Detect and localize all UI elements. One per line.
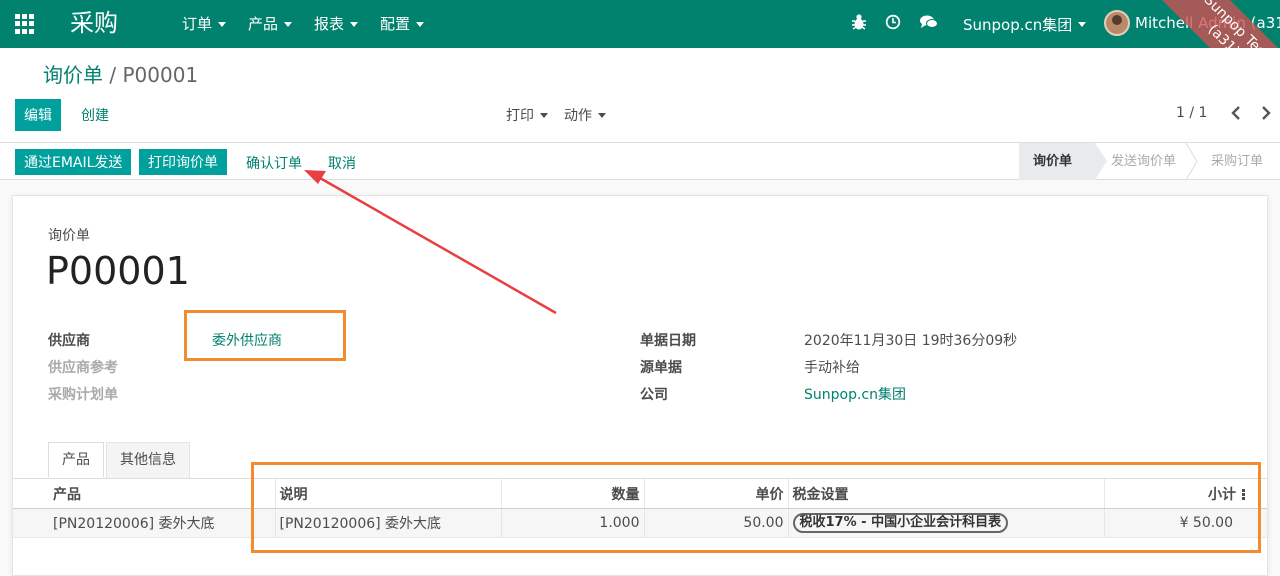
- menu-products[interactable]: 产品: [248, 0, 314, 48]
- notebook-tabs: 产品 其他信息: [48, 442, 190, 478]
- tab-products[interactable]: 产品: [48, 442, 104, 478]
- company-label: 公司: [640, 387, 668, 403]
- vendor-label: 供应商: [48, 333, 90, 349]
- print-rfq-button[interactable]: 打印询价单: [139, 149, 227, 175]
- caret-down-icon: [598, 112, 606, 118]
- action-dropdown-label: 动作: [564, 108, 592, 124]
- caret-down-icon: [284, 21, 293, 27]
- action-dropdown[interactable]: 动作: [564, 105, 606, 125]
- stage-purchase-order[interactable]: 采购订单: [1197, 143, 1263, 180]
- caret-down-icon: [350, 21, 359, 27]
- stage-rfq[interactable]: 询价单: [1019, 143, 1107, 180]
- company-name: Sunpop.cn集团: [963, 16, 1073, 34]
- stage-rfq-sent[interactable]: 发送询价单: [1097, 143, 1176, 180]
- document-number: P00001: [46, 249, 190, 293]
- print-dropdown-label: 打印: [506, 108, 534, 124]
- control-panel: 询价单 / P00001 编辑 创建 打印 动作 1 / 1: [0, 48, 1280, 142]
- apps-icon[interactable]: [15, 14, 35, 34]
- company-switcher[interactable]: Sunpop.cn集团: [963, 14, 1087, 35]
- chevron-right-icon[interactable]: [1258, 102, 1274, 124]
- send-email-button[interactable]: 通过EMAIL发送: [15, 149, 132, 175]
- top-menu: 订单 产品 报表 配置: [182, 0, 446, 48]
- menu-products-label: 产品: [248, 15, 279, 33]
- system-icons: [851, 13, 939, 31]
- bug-icon[interactable]: [851, 13, 867, 31]
- menu-orders[interactable]: 订单: [182, 0, 248, 48]
- vendor-ref-label: 供应商参考: [48, 360, 118, 376]
- breadcrumb-parent[interactable]: 询价单: [43, 63, 103, 87]
- source-label: 源单据: [640, 360, 682, 376]
- company-value[interactable]: Sunpop.cn集团: [804, 384, 906, 404]
- create-button[interactable]: 创建: [81, 105, 109, 125]
- breadcrumb-separator: /: [109, 63, 117, 87]
- chevron-left-icon[interactable]: [1228, 102, 1244, 124]
- action-menus: 打印 动作: [506, 105, 606, 125]
- confirm-order-button[interactable]: 确认订单: [246, 153, 302, 173]
- menu-reports[interactable]: 报表: [314, 0, 380, 48]
- menu-orders-label: 订单: [182, 15, 213, 33]
- vendor-highlight-box: [184, 310, 346, 361]
- status-bar: 通过EMAIL发送 打印询价单 确认订单 取消 询价单 发送询价单 采购订单: [0, 142, 1280, 180]
- cancel-button[interactable]: 取消: [328, 153, 356, 173]
- caret-down-icon: [540, 112, 548, 118]
- top-navbar: 采购 订单 产品 报表 配置 Sunpop.cn集团 Mitchell Admi…: [0, 0, 1280, 129]
- source-value: 手动补给: [804, 360, 860, 376]
- breadcrumb-current: P00001: [122, 63, 199, 87]
- print-dropdown[interactable]: 打印: [506, 105, 548, 125]
- breadcrumb: 询价单 / P00001: [43, 62, 198, 88]
- requisition-label: 采购计划单: [48, 387, 118, 403]
- caret-down-icon: [218, 21, 227, 27]
- clock-icon[interactable]: [885, 14, 901, 30]
- col-product[interactable]: 产品: [13, 478, 275, 509]
- tab-other-info[interactable]: 其他信息: [106, 442, 190, 478]
- date-label: 单据日期: [640, 333, 696, 349]
- table-highlight-box: [251, 462, 1261, 553]
- menu-reports-label: 报表: [314, 15, 345, 33]
- menu-config[interactable]: 配置: [380, 0, 446, 48]
- document-type-label: 询价单: [48, 228, 90, 244]
- avatar: [1104, 10, 1130, 36]
- caret-down-icon: [1078, 22, 1087, 27]
- date-value: 2020年11月30日 19时36分09秒: [804, 333, 1018, 349]
- chat-icon[interactable]: [919, 14, 939, 30]
- menu-config-label: 配置: [380, 15, 411, 33]
- pager-value[interactable]: 1 / 1: [1176, 105, 1207, 121]
- app-title[interactable]: 采购: [70, 8, 118, 38]
- edit-button[interactable]: 编辑: [15, 99, 61, 131]
- cell-product[interactable]: [PN20120006] 委外大底: [13, 508, 275, 538]
- caret-down-icon: [416, 21, 425, 27]
